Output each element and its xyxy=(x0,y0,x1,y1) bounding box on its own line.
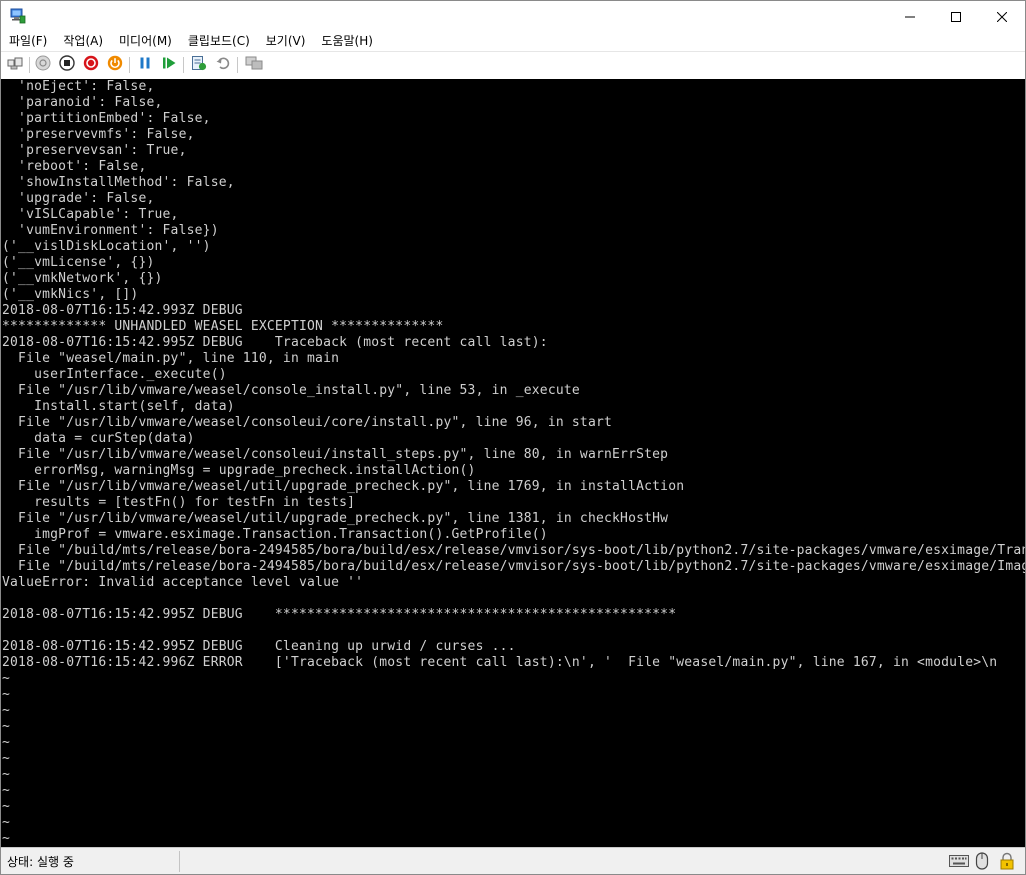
revert-icon xyxy=(215,55,231,75)
console-line: 'vumEnvironment': False}) xyxy=(2,223,219,238)
console-line: 2018-08-07T16:15:42.996Z ERROR ['Traceba… xyxy=(2,655,998,670)
console-line: File "/build/mts/release/bora-2494585/bo… xyxy=(2,543,1025,558)
console-line: ~ xyxy=(2,671,11,686)
shut-down-icon xyxy=(83,55,99,75)
close-button[interactable] xyxy=(979,1,1025,31)
maximize-button[interactable] xyxy=(933,1,979,31)
menu-file[interactable]: 파일(F) xyxy=(1,31,55,51)
keyboard-icon[interactable] xyxy=(949,852,969,870)
console-line: errorMsg, warningMsg = upgrade_precheck.… xyxy=(2,463,476,478)
status-text: 상태: 실행 중 xyxy=(7,855,74,869)
save-icon xyxy=(107,55,123,75)
mouse-icon[interactable] xyxy=(974,852,990,870)
start-icon xyxy=(35,55,51,75)
console-line: File "/usr/lib/vmware/weasel/console_ins… xyxy=(2,383,580,398)
menu-help[interactable]: 도움말(H) xyxy=(313,31,381,51)
toolbar xyxy=(1,51,1025,80)
console-line: ~ xyxy=(2,703,11,718)
vm-console-screen[interactable]: 'noEject': False, 'paranoid': False, 'pa… xyxy=(1,79,1025,847)
console-line: 'upgrade': False, xyxy=(2,191,155,206)
enhanced-session-button[interactable] xyxy=(245,56,263,74)
close-icon xyxy=(996,7,1008,26)
console-status-line: ~ xyxy=(2,831,11,846)
console-line: ~ xyxy=(2,815,11,830)
console-line: File "/usr/lib/vmware/weasel/util/upgrad… xyxy=(2,479,685,494)
console-line: ~ xyxy=(2,799,11,814)
console-line: 2018-08-07T16:15:42.995Z DEBUG *********… xyxy=(2,607,677,622)
console-line: ~ xyxy=(2,767,11,782)
checkpoint-button[interactable] xyxy=(190,56,208,74)
toolbar-separator xyxy=(183,57,184,73)
title-bar[interactable] xyxy=(1,1,1025,31)
console-line: ~ xyxy=(2,687,11,702)
console-line: results = [testFn() for testFn in tests] xyxy=(2,495,356,510)
console-line: 'preservevsan': True, xyxy=(2,143,187,158)
console-line: 'vISLCapable': True, xyxy=(2,207,179,222)
console-line: File "/usr/lib/vmware/weasel/consoleui/i… xyxy=(2,447,669,462)
console-line: imgProf = vmware.esximage.Transaction.Tr… xyxy=(2,527,548,542)
toolbar-separator xyxy=(29,57,30,73)
start-button[interactable] xyxy=(34,55,52,75)
console-line: 2018-08-07T16:15:42.993Z DEBUG xyxy=(2,303,243,318)
console-line: 'showInstallMethod': False, xyxy=(2,175,235,190)
console-line: File "weasel/main.py", line 110, in main xyxy=(2,351,340,366)
lock-icon[interactable] xyxy=(997,852,1017,870)
console-line: ~ xyxy=(2,735,11,750)
vm-connection-icon xyxy=(10,8,26,24)
menu-media[interactable]: 미디어(M) xyxy=(111,31,180,51)
console-line: File "/build/mts/release/bora-2494585/bo… xyxy=(2,559,1025,574)
shut-down-button[interactable] xyxy=(82,55,100,75)
menu-clipboard[interactable]: 클립보드(C) xyxy=(180,31,258,51)
console-line: 'partitionEmbed': False, xyxy=(2,111,211,126)
menu-bar: 파일(F) 작업(A) 미디어(M) 클립보드(C) 보기(V) 도움말(H) xyxy=(1,31,1025,51)
ctrl-alt-del-icon xyxy=(7,55,23,75)
console-line: userInterface._execute() xyxy=(2,367,227,382)
pause-button[interactable] xyxy=(136,56,154,74)
console-line: ~ xyxy=(2,719,11,734)
vm-connection-window: 파일(F) 작업(A) 미디어(M) 클립보드(C) 보기(V) 도움말(H) xyxy=(0,0,1026,875)
menu-view[interactable]: 보기(V) xyxy=(258,31,314,51)
console-line: 'preservevmfs': False, xyxy=(2,127,195,142)
console-line: ('__vmLicense', {}) xyxy=(2,255,155,270)
console-line: 'reboot': False, xyxy=(2,159,147,174)
console-line: ('__vislDiskLocation', '') xyxy=(2,239,211,254)
toolbar-separator xyxy=(237,57,238,73)
console-line: data = curStep(data) xyxy=(2,431,195,446)
enhanced-session-icon xyxy=(245,55,263,75)
ctrl-alt-del-button[interactable] xyxy=(6,56,24,74)
status-bar: 상태: 실행 중 xyxy=(1,847,1025,874)
console-line: ('__vmkNics', []) xyxy=(2,287,139,302)
status-separator xyxy=(179,851,180,872)
maximize-icon xyxy=(951,7,961,26)
console-line: ~ xyxy=(2,783,11,798)
console-line: Install.start(self, data) xyxy=(2,399,235,414)
console-line: 'paranoid': False, xyxy=(2,95,163,110)
console-line: File "/usr/lib/vmware/weasel/consoleui/c… xyxy=(2,415,613,430)
pause-icon xyxy=(137,55,153,75)
reset-icon xyxy=(161,55,177,75)
menu-action[interactable]: 작업(A) xyxy=(55,31,111,51)
checkpoint-icon xyxy=(191,55,207,75)
console-line: ValueError: Invalid acceptance level val… xyxy=(2,575,364,590)
console-line: 'noEject': False, xyxy=(2,79,155,94)
revert-button[interactable] xyxy=(214,56,232,74)
console-line: ~ xyxy=(2,751,11,766)
minimize-button[interactable] xyxy=(887,1,933,31)
console-line: ('__vmkNetwork', {}) xyxy=(2,271,163,286)
minimize-icon xyxy=(905,7,915,26)
console-line: 2018-08-07T16:15:42.995Z DEBUG Cleaning … xyxy=(2,639,516,654)
toolbar-separator xyxy=(129,57,130,73)
turn-off-button[interactable] xyxy=(58,55,76,75)
reset-button[interactable] xyxy=(160,56,178,74)
console-line: File "/usr/lib/vmware/weasel/util/upgrad… xyxy=(2,511,669,526)
console-line: 2018-08-07T16:15:42.995Z DEBUG Traceback… xyxy=(2,335,548,350)
save-button[interactable] xyxy=(106,55,124,75)
console-line: ************* UNHANDLED WEASEL EXCEPTION… xyxy=(2,319,444,334)
turn-off-icon xyxy=(59,55,75,75)
